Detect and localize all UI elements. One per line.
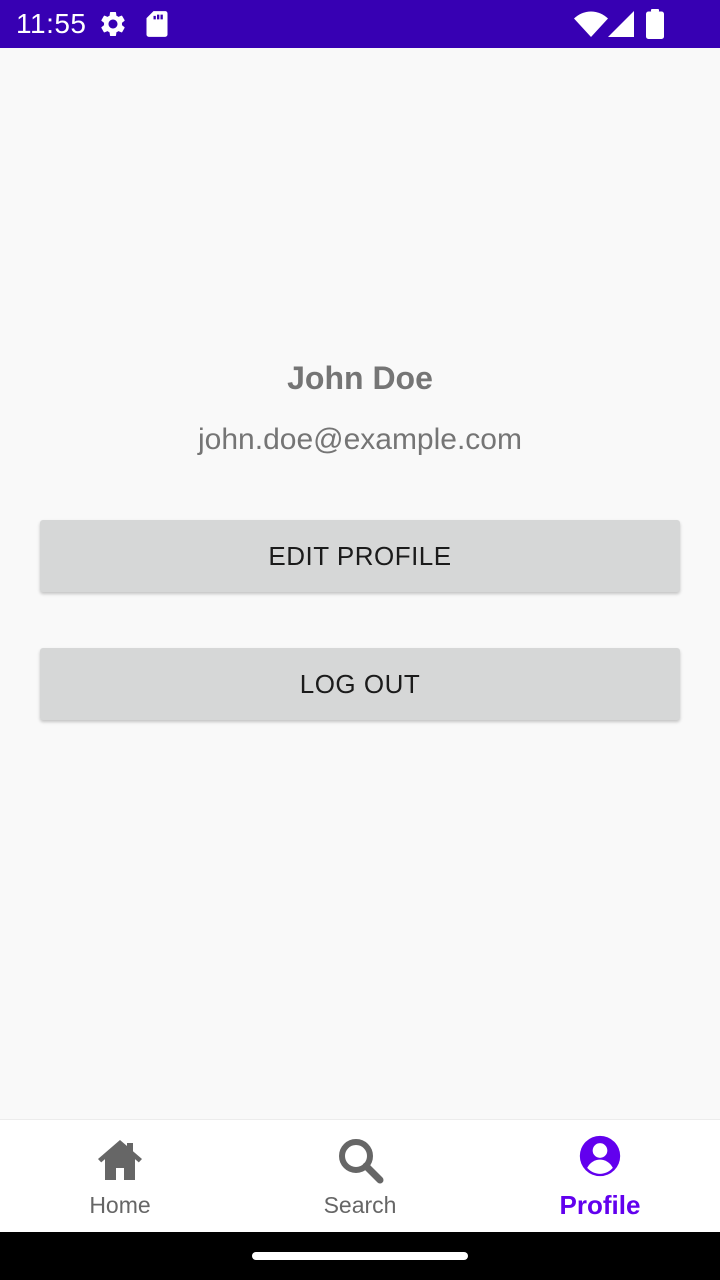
wifi-icon: [574, 11, 608, 37]
edit-profile-button[interactable]: EDIT PROFILE: [40, 520, 680, 592]
signal-icon: [608, 11, 634, 37]
battery-icon: [646, 9, 664, 39]
nav-label-search: Search: [323, 1192, 397, 1218]
search-icon: [339, 1139, 384, 1184]
system-navigation-bar: [0, 1232, 720, 1280]
log-out-button[interactable]: LOG OUT: [40, 648, 680, 720]
nav-item-search[interactable]: Search: [240, 1120, 480, 1233]
nav-label-profile: Profile: [559, 1190, 641, 1220]
home-gesture-handle[interactable]: [252, 1252, 468, 1260]
profile-name: John Doe: [287, 360, 433, 396]
nav-item-home[interactable]: Home: [0, 1120, 240, 1233]
sd-card-icon: [146, 11, 168, 37]
status-bar: 11:55: [0, 0, 720, 48]
settings-gear-icon: [101, 11, 125, 36]
account-circle-icon: [579, 1135, 621, 1177]
nav-label-home: Home: [89, 1192, 151, 1218]
profile-email: john.doe@example.com: [198, 423, 522, 456]
home-icon: [98, 1140, 142, 1180]
bottom-navigation: Home Search Profile: [0, 1119, 720, 1232]
status-time: 11:55: [16, 8, 87, 39]
nav-item-profile[interactable]: Profile: [480, 1120, 720, 1233]
